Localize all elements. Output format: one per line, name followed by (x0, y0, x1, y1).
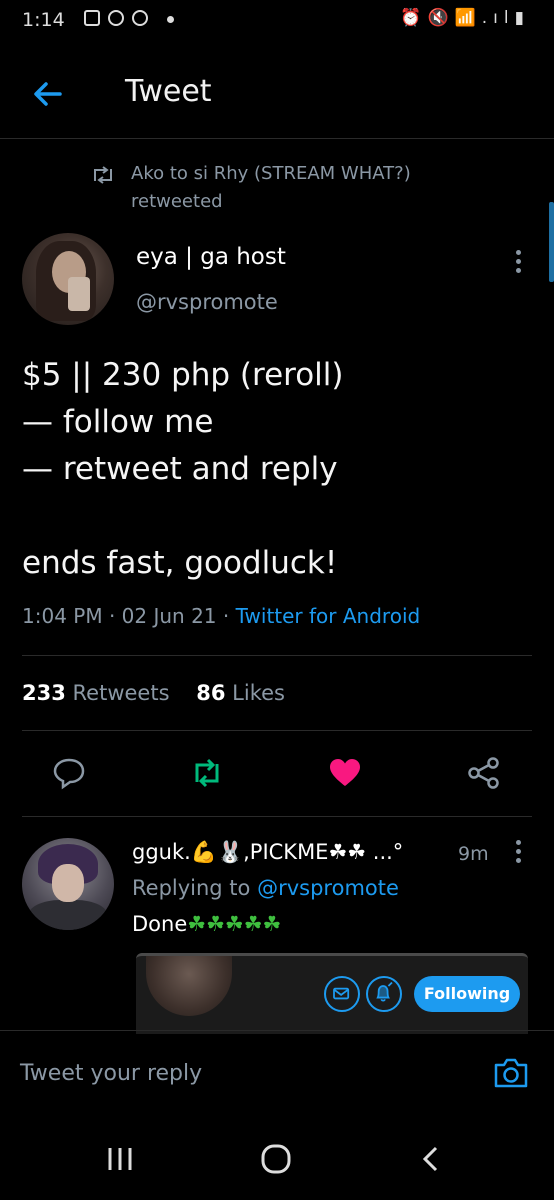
retweets-count[interactable]: 233 (22, 681, 66, 705)
status-bar: 1:14 ⏰🔇📶.ıl▮ (0, 0, 554, 40)
tweet-line: $5 || 230 php (reroll) (22, 357, 344, 393)
notification-bell-icon[interactable] (366, 976, 402, 1012)
header-divider (0, 138, 554, 139)
tweet-stats: 233 Retweets 86 Likes (22, 681, 285, 705)
reply-input[interactable]: Tweet your reply (20, 1061, 202, 1086)
scrollbar[interactable] (549, 202, 554, 282)
status-right-icons: ⏰🔇📶.ıl▮ (400, 8, 530, 28)
reply-time: 9m (458, 843, 489, 865)
tweet-line: — retweet and reply (22, 451, 338, 487)
tweet-source-link[interactable]: Twitter for Android (236, 604, 421, 628)
reply-text: Done☘☘☘☘☘ (132, 912, 281, 936)
retweet-small-icon (94, 166, 112, 184)
status-time: 1:14 (22, 9, 65, 31)
reply-author-name[interactable]: gguk.💪🐰,PICKME☘☘ ...° (132, 840, 403, 865)
tweet-text: $5 || 230 php (reroll) — follow me — ret… (22, 352, 532, 587)
more-options-icon[interactable] (516, 250, 522, 277)
divider (22, 655, 532, 656)
tweet-meta: 1:04 PM · 02 Jun 21 · Twitter for Androi… (22, 604, 421, 628)
message-icon[interactable] (324, 976, 360, 1012)
notification-dot-icon (167, 16, 174, 23)
retweet-icon[interactable] (190, 756, 224, 790)
like-heart-icon[interactable] (328, 756, 362, 790)
replying-to: Replying to @rvspromote (132, 876, 399, 900)
likes-count[interactable]: 86 (196, 681, 225, 705)
reply-more-options-icon[interactable] (516, 840, 522, 867)
tweet-line: — follow me (22, 404, 214, 440)
page-title: Tweet (125, 74, 212, 109)
tweet-time: 1:04 PM (22, 604, 103, 628)
messenger-icon (132, 10, 148, 26)
clover-icons: ☘☘☘☘☘ (187, 912, 282, 936)
back-arrow-icon[interactable] (30, 76, 66, 112)
home-icon[interactable] (256, 1140, 296, 1180)
author-handle[interactable]: @rvspromote (136, 290, 278, 314)
tweet-date: 02 Jun 21 (121, 604, 217, 628)
share-icon[interactable] (467, 756, 501, 790)
back-nav-icon[interactable] (412, 1140, 452, 1180)
divider (22, 730, 532, 731)
reply-avatar[interactable] (22, 838, 114, 930)
tweet-line: ends fast, goodluck! (22, 545, 338, 581)
retweeted-by-text[interactable]: Ako to si Rhy (STREAM WHAT?) retweeted (131, 160, 461, 216)
replying-to-handle[interactable]: @rvspromote (257, 876, 399, 900)
reply-text-label: Done (132, 912, 188, 936)
gallery-icon (84, 10, 100, 26)
likes-label[interactable]: Likes (232, 681, 285, 705)
retweets-label[interactable]: Retweets (73, 681, 170, 705)
author-avatar[interactable] (22, 233, 114, 325)
divider (22, 816, 532, 817)
author-name[interactable]: eya | ga host (136, 244, 286, 270)
messenger-icon (108, 10, 124, 26)
recent-apps-icon[interactable] (100, 1140, 140, 1180)
camera-icon[interactable] (492, 1055, 530, 1091)
replying-to-label: Replying to (132, 876, 251, 900)
following-button[interactable]: Following (414, 976, 520, 1012)
tweet-line (22, 493, 532, 540)
compose-divider (0, 1030, 554, 1031)
embedded-avatar (146, 956, 232, 1016)
reply-icon[interactable] (52, 756, 86, 790)
